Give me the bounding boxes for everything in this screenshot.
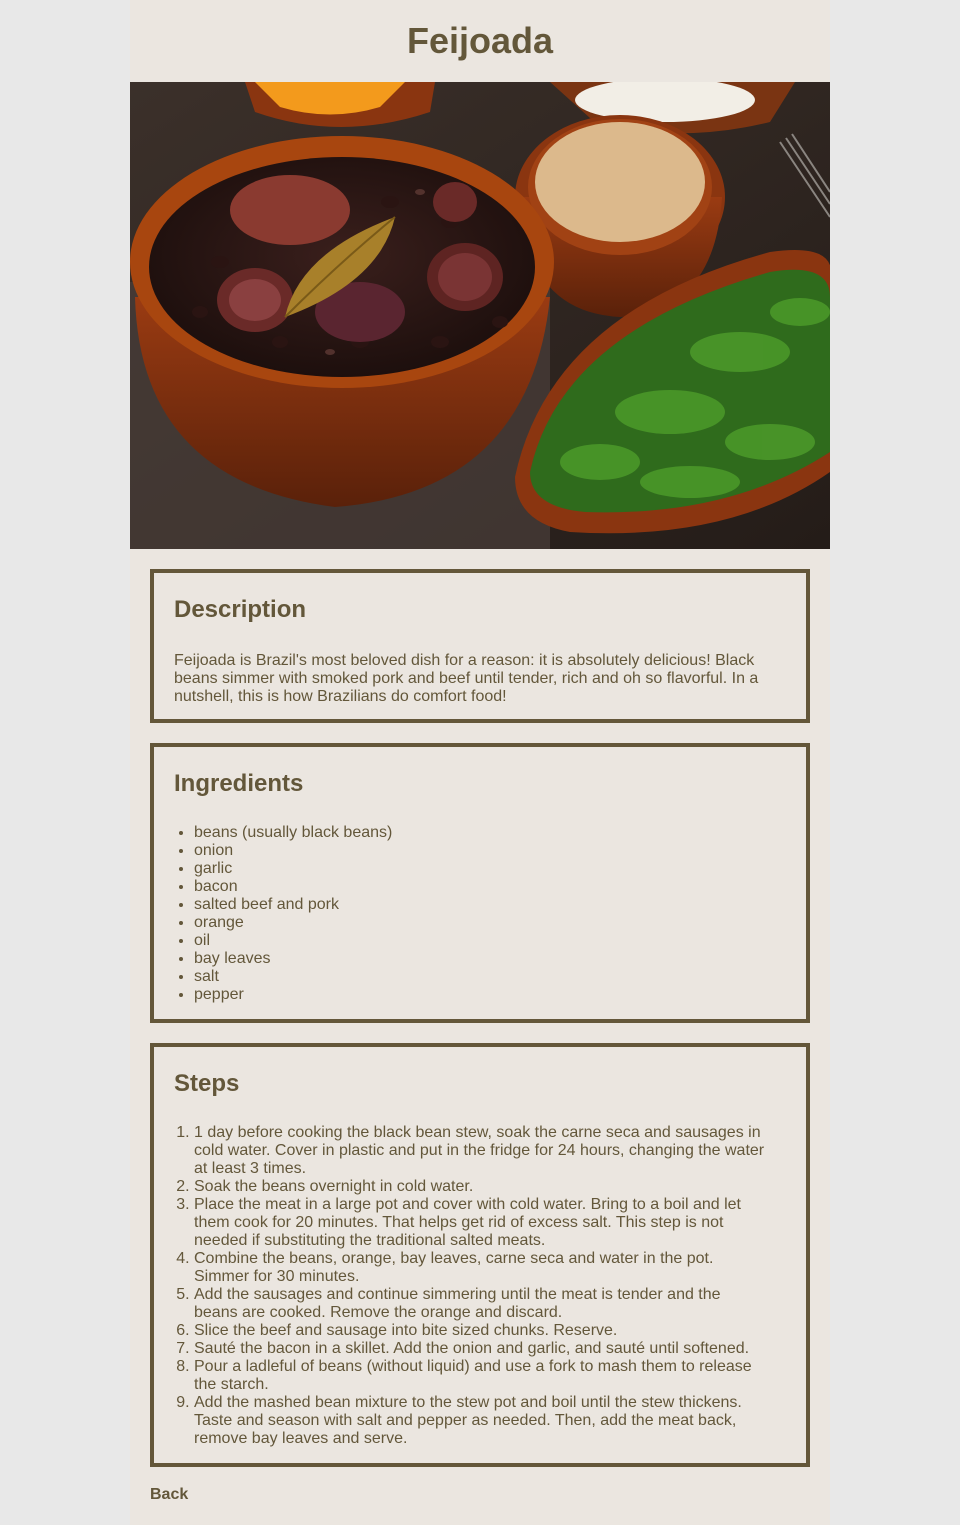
step-item: Place the meat in a large pot and cover … <box>194 1196 786 1250</box>
ingredient-item: onion <box>194 842 786 860</box>
ingredient-item: bay leaves <box>194 950 786 968</box>
ingredient-item: orange <box>194 914 786 932</box>
steps-card: Steps 1 day before cooking the black bea… <box>150 1043 810 1467</box>
back-link[interactable]: Back <box>150 1486 188 1504</box>
step-item: Soak the beans overnight in cold water. <box>194 1178 786 1196</box>
step-item: Slice the beef and sausage into bite siz… <box>194 1322 786 1340</box>
ingredients-list: beans (usually black beans) onion garlic… <box>174 824 786 1004</box>
step-item: Add the mashed bean mixture to the stew … <box>194 1394 786 1448</box>
ingredient-item: pepper <box>194 986 786 1004</box>
ingredients-card: Ingredients beans (usually black beans) … <box>150 743 810 1023</box>
ingredients-heading: Ingredients <box>174 770 304 797</box>
ingredient-item: oil <box>194 932 786 950</box>
ingredient-item: garlic <box>194 860 786 878</box>
ingredient-item: salted beef and pork <box>194 896 786 914</box>
steps-list: 1 day before cooking the black bean stew… <box>174 1124 786 1448</box>
step-item: Add the sausages and continue simmering … <box>194 1286 786 1322</box>
description-heading: Description <box>174 596 307 623</box>
step-item: 1 day before cooking the black bean stew… <box>194 1124 786 1178</box>
step-item: Pour a ladleful of beans (without liquid… <box>194 1358 786 1394</box>
ingredient-item: beans (usually black beans) <box>194 824 786 842</box>
page-title: Feijoada <box>406 20 554 61</box>
step-item: Sauté the bacon in a skillet. Add the on… <box>194 1340 786 1358</box>
description-card: Description Feijoada is Brazil's most be… <box>150 569 810 723</box>
description-text: Feijoada is Brazil's most beloved dish f… <box>174 652 759 705</box>
ingredient-item: salt <box>194 968 786 986</box>
steps-heading: Steps <box>174 1070 240 1097</box>
step-item: Combine the beans, orange, bay leaves, c… <box>194 1250 786 1286</box>
ingredient-item: bacon <box>194 878 786 896</box>
recipe-photo <box>130 82 830 549</box>
recipe-page: Feijoada Description Feijoada is Brazil'… <box>130 0 830 1525</box>
